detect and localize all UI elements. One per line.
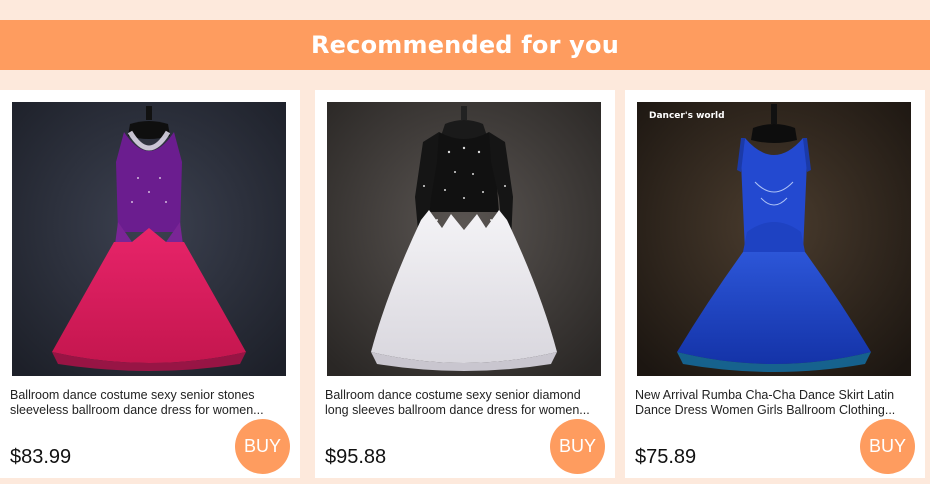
recommended-banner: Recommended for you xyxy=(0,20,930,70)
buy-button[interactable]: BUY xyxy=(550,419,605,474)
product-title-line-1: Ballroom dance costume sexy senior stone… xyxy=(10,388,255,402)
section-title: Recommended for you xyxy=(311,31,619,59)
product-title-line-2: long sleeves ballroom dance dress for wo… xyxy=(325,403,590,417)
product-price: $83.99 xyxy=(10,446,72,468)
product-card[interactable]: Ballroom dance costume sexy senior stone… xyxy=(0,90,300,478)
product-title-line-1: Ballroom dance costume sexy senior diamo… xyxy=(325,388,581,402)
product-title-line-2: sleeveless ballroom dance dress for wome… xyxy=(10,403,264,417)
product-title[interactable]: Ballroom dance costume sexy senior diamo… xyxy=(325,388,607,418)
product-title[interactable]: Ballroom dance costume sexy senior stone… xyxy=(10,388,292,418)
product-card[interactable]: Dancer's world New Arrival Rumba Cha-Cha… xyxy=(625,90,925,478)
watermark-text: Dancer's world xyxy=(649,111,725,121)
buy-button[interactable]: BUY xyxy=(235,419,290,474)
product-title-line-2: Dance Dress Women Girls Ballroom Clothin… xyxy=(635,403,896,417)
buy-button[interactable]: BUY xyxy=(860,419,915,474)
product-card[interactable]: Ballroom dance costume sexy senior diamo… xyxy=(315,90,615,478)
product-image[interactable] xyxy=(327,102,601,376)
product-image[interactable] xyxy=(12,102,286,376)
product-title-line-1: New Arrival Rumba Cha-Cha Dance Skirt La… xyxy=(635,388,895,402)
product-image[interactable]: Dancer's world xyxy=(637,102,911,376)
product-price: $75.89 xyxy=(635,446,697,468)
product-title[interactable]: New Arrival Rumba Cha-Cha Dance Skirt La… xyxy=(635,388,917,418)
product-price: $95.88 xyxy=(325,446,387,468)
